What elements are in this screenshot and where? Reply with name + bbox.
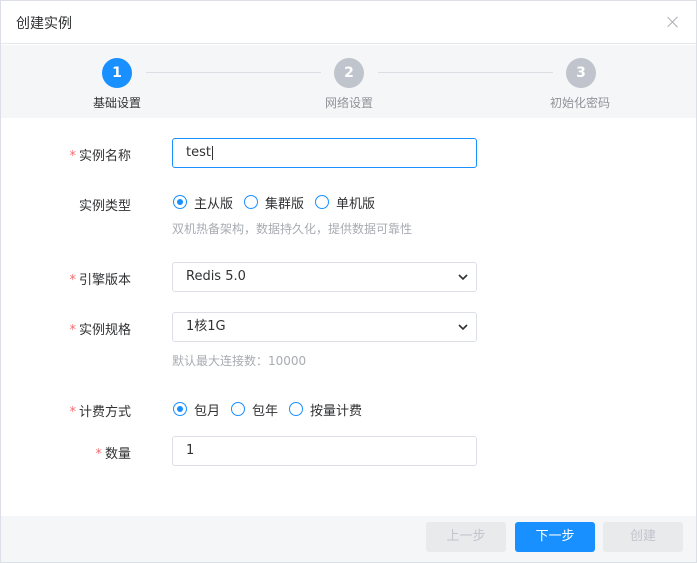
create-instance-dialog: 创建实例 1 基础设置 2 网络设置 3 初始化密码 * 实例名称 test 实例… bbox=[0, 0, 697, 563]
steps-bar: 1 基础设置 2 网络设置 3 初始化密码 bbox=[1, 45, 696, 118]
engine-version-select[interactable]: Redis 5.0 bbox=[172, 262, 477, 292]
step-label: 网络设置 bbox=[325, 96, 374, 110]
radio-checked-icon bbox=[173, 195, 187, 209]
radio-unchecked-icon bbox=[315, 195, 330, 209]
next-step-button[interactable]: 下一步 bbox=[515, 522, 595, 552]
required-mark: * bbox=[95, 447, 102, 462]
instance-spec-label: * 实例规格 bbox=[69, 323, 131, 338]
step-label: 初始化密码 bbox=[550, 96, 611, 110]
step-connector bbox=[378, 72, 553, 73]
radio-pay-as-you-go[interactable]: 按量计费 bbox=[289, 400, 362, 419]
text-caret bbox=[211, 145, 213, 160]
radio-unchecked-icon bbox=[289, 402, 304, 416]
billing-radio-group: 包月 包年 按量计费 bbox=[173, 400, 373, 419]
instance-name-input[interactable]: test bbox=[172, 138, 477, 168]
radio-monthly[interactable]: 包月 bbox=[173, 400, 220, 419]
instance-spec-hint: 默认最大连接数：10000 bbox=[172, 354, 307, 368]
required-mark: * bbox=[69, 323, 76, 338]
instance-type-radio-group: 主从版 集群版 单机版 bbox=[173, 193, 386, 212]
dialog-title: 创建实例 bbox=[16, 16, 72, 32]
radio-checked-icon bbox=[173, 402, 187, 416]
chevron-down-icon bbox=[458, 324, 468, 331]
step-number: 3 bbox=[566, 58, 596, 88]
prev-step-button[interactable]: 上一步 bbox=[426, 522, 506, 552]
billing-label: * 计费方式 bbox=[69, 405, 131, 420]
chevron-down-icon bbox=[458, 274, 468, 281]
instance-type-label: 实例类型 bbox=[78, 199, 131, 214]
instance-form: * 实例名称 test 实例类型 主从版 集群版 单机版 双机热备架构，数据持久化… bbox=[1, 118, 696, 516]
quantity-label: * 数量 bbox=[95, 447, 131, 462]
engine-version-label: * 引擎版本 bbox=[69, 273, 131, 288]
instance-type-hint: 双机热备架构，数据持久化，提供数据可靠性 bbox=[172, 222, 413, 236]
close-icon[interactable] bbox=[665, 14, 681, 30]
instance-spec-select[interactable]: 1核1G bbox=[172, 312, 477, 342]
instance-name-label: * 实例名称 bbox=[69, 149, 131, 164]
step-number: 2 bbox=[334, 58, 364, 88]
step-label: 基础设置 bbox=[93, 96, 142, 110]
dialog-footer: 上一步 下一步 创建 bbox=[1, 516, 696, 562]
radio-cluster[interactable]: 集群版 bbox=[244, 193, 304, 212]
required-mark: * bbox=[69, 273, 76, 288]
create-button[interactable]: 创建 bbox=[603, 522, 683, 552]
step-number: 1 bbox=[102, 58, 132, 88]
radio-yearly[interactable]: 包年 bbox=[231, 400, 278, 419]
quantity-input[interactable]: 1 bbox=[172, 436, 477, 466]
required-mark: * bbox=[69, 149, 76, 164]
radio-unchecked-icon bbox=[244, 195, 259, 209]
radio-unchecked-icon bbox=[231, 402, 246, 416]
step-connector bbox=[146, 72, 321, 73]
dialog-header: 创建实例 bbox=[1, 1, 696, 44]
radio-single[interactable]: 单机版 bbox=[315, 193, 375, 212]
required-mark: * bbox=[69, 405, 76, 420]
radio-master-slave[interactable]: 主从版 bbox=[173, 193, 233, 212]
